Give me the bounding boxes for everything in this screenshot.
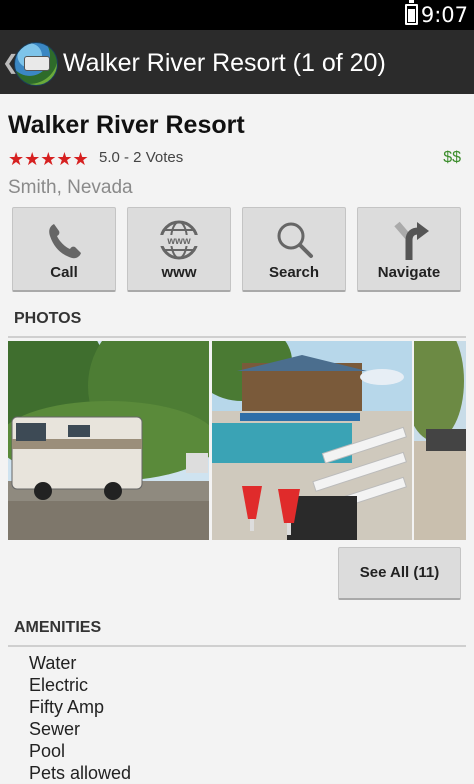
- call-label: Call: [50, 264, 78, 281]
- status-bar: 9:07: [0, 0, 474, 30]
- price-level: $$: [443, 149, 461, 166]
- rating-text: 5.0 - 2 Votes: [99, 149, 184, 166]
- search-button[interactable]: Search: [242, 207, 346, 292]
- photo-pool[interactable]: [212, 341, 412, 540]
- amenity-item: Pool: [29, 741, 66, 761]
- status-time: 9:07: [420, 3, 468, 27]
- amenities-divider: [8, 645, 466, 647]
- photos-heading: PHOTOS: [14, 310, 82, 327]
- listing-detail: Walker River Resort ★★★★★ 5.0 - 2 Votes …: [0, 94, 474, 783]
- listing-name: Walker River Resort: [8, 111, 245, 139]
- website-button[interactable]: www www: [127, 207, 231, 292]
- amenity-item: Pets allowed: [29, 763, 132, 783]
- listing-location: Smith, Nevada: [8, 177, 133, 198]
- app-logo-icon[interactable]: [14, 42, 58, 86]
- star-rating-icons: ★★★★★: [8, 149, 89, 170]
- amenity-item: Water: [29, 653, 77, 673]
- photos-divider: [8, 336, 466, 338]
- photo-rv[interactable]: [8, 341, 209, 540]
- action-bar: ❮ Walker River Resort (1 of 20): [0, 30, 474, 94]
- search-label: Search: [268, 264, 320, 281]
- action-bar-title: Walker River Resort (1 of 20): [63, 49, 386, 77]
- navigate-label: Navigate: [377, 264, 441, 281]
- svg-text:www: www: [166, 236, 191, 247]
- photo-partial[interactable]: [414, 341, 466, 540]
- website-label: www: [161, 264, 197, 281]
- navigate-icon: [358, 218, 460, 262]
- amenities-heading: AMENITIES: [14, 619, 102, 636]
- see-all-photos-button[interactable]: See All (11): [338, 547, 461, 600]
- search-icon: [243, 218, 345, 262]
- navigate-button[interactable]: Navigate: [357, 207, 461, 292]
- call-button[interactable]: Call: [12, 207, 116, 292]
- amenity-item: Sewer: [29, 719, 81, 739]
- amenity-item: Electric: [29, 675, 89, 695]
- amenity-item: Fifty Amp: [29, 697, 105, 717]
- globe-icon: www: [128, 218, 230, 262]
- battery-icon: [405, 0, 418, 25]
- phone-icon: [13, 218, 115, 262]
